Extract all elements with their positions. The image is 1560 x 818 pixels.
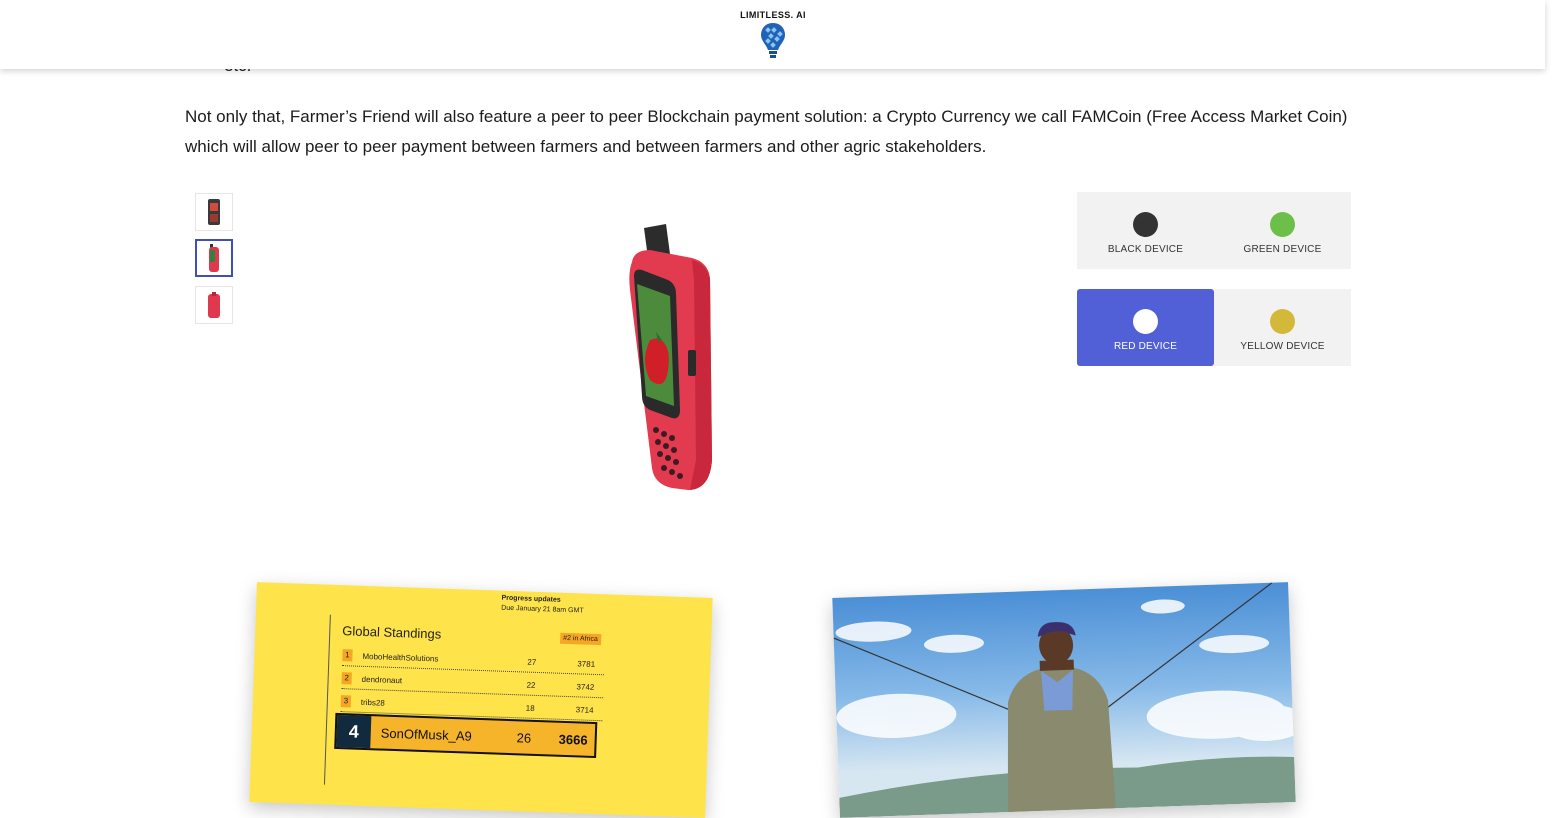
site-logo[interactable]: LIMITLESS. AI bbox=[733, 10, 813, 65]
lightbulb-logo-icon bbox=[761, 23, 785, 58]
site-header: LIMITLESS. AI bbox=[0, 0, 1545, 69]
progress-title: Progress updates bbox=[501, 594, 561, 604]
body-paragraph: Not only that, Farmer’s Friend will also… bbox=[185, 107, 1348, 156]
green-swatch-icon bbox=[1270, 212, 1295, 237]
yellow-swatch-icon bbox=[1270, 309, 1295, 334]
divider bbox=[323, 614, 331, 785]
black-phone-icon bbox=[208, 199, 220, 225]
red-phone-back-icon bbox=[208, 292, 220, 318]
global-standings-image: Progress updates Due January 21 8am GMT … bbox=[249, 582, 713, 818]
thumbnail-red-device-back[interactable] bbox=[195, 286, 233, 324]
logo-text: LIMITLESS. AI bbox=[740, 10, 806, 20]
color-option-black[interactable]: BLACK DEVICE bbox=[1077, 192, 1214, 269]
color-option-green[interactable]: GREEN DEVICE bbox=[1214, 192, 1351, 269]
thumbnail-black-device[interactable] bbox=[195, 193, 233, 231]
thumbnail-red-device-side[interactable] bbox=[195, 239, 233, 277]
standings-title: Global Standings bbox=[342, 623, 442, 642]
color-option-yellow[interactable]: YELLOW DEVICE bbox=[1214, 289, 1351, 366]
farmer-illustration bbox=[833, 582, 1296, 818]
region-badge: #2 in Africa bbox=[560, 632, 602, 646]
farmer-photo bbox=[832, 582, 1296, 818]
progress-due: Due January 21 8am GMT bbox=[501, 604, 584, 615]
red-device-image bbox=[629, 224, 712, 490]
black-swatch-icon bbox=[1133, 212, 1158, 237]
red-phone-icon bbox=[209, 244, 219, 272]
red-swatch-icon bbox=[1133, 309, 1158, 334]
color-option-red[interactable]: RED DEVICE bbox=[1077, 289, 1214, 366]
